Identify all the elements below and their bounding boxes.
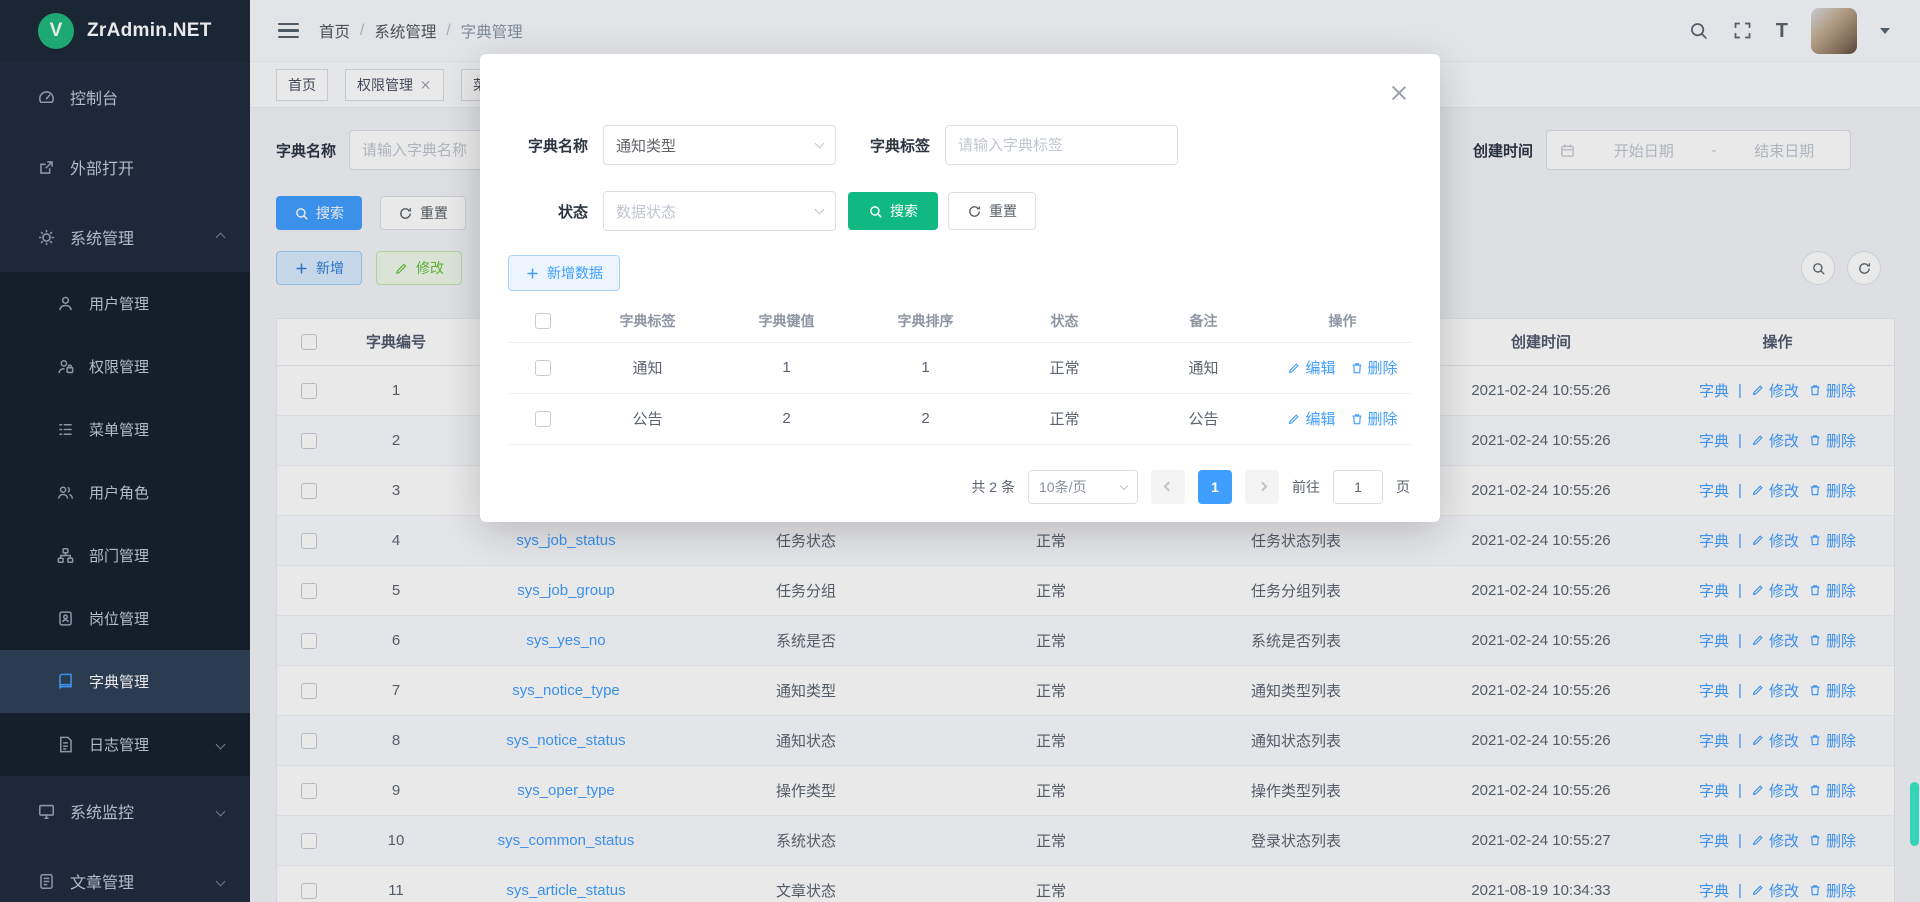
edit-icon (1287, 361, 1301, 375)
header-operations: 操作 (1273, 300, 1412, 342)
cell-status: 正常 (995, 342, 1134, 393)
edit-icon (1287, 412, 1301, 426)
row-delete-link[interactable]: 删除 (1350, 408, 1398, 429)
dialog-reset-label: 重置 (989, 201, 1017, 221)
dict-label-label: 字典标签 (850, 135, 930, 156)
next-page-button[interactable] (1245, 470, 1279, 504)
scrollbar-thumb[interactable] (1910, 782, 1919, 846)
row-edit-link[interactable]: 编辑 (1287, 357, 1335, 378)
dict-data-dialog: 字典名称 通知类型 字典标签 状态 数据状态 搜索 重置 (480, 54, 1440, 522)
cell-remark: 通知 (1134, 342, 1273, 393)
chevron-down-icon (815, 139, 825, 149)
pagination-total: 共 2 条 (971, 477, 1015, 497)
row-checkbox[interactable] (535, 360, 551, 376)
dialog-form-row-1: 字典名称 通知类型 字典标签 (508, 125, 1412, 165)
dict-name-select-value: 通知类型 (616, 135, 676, 156)
header-dict-label: 字典标签 (578, 300, 717, 342)
chevron-down-icon (1120, 481, 1128, 489)
cell-dict-sort: 1 (856, 342, 995, 393)
dialog-reset-button[interactable]: 重置 (948, 192, 1036, 230)
cell-dict-label: 公告 (578, 393, 717, 444)
cell-dict-value: 1 (717, 342, 856, 393)
refresh-icon (967, 204, 982, 219)
cell-dict-sort: 2 (856, 393, 995, 444)
delete-icon (1350, 412, 1364, 426)
dict-data-row: 公告 2 2 正常 公告 编辑 删除 (508, 393, 1412, 444)
goto-label: 前往 (1292, 477, 1320, 497)
header-dict-value: 字典键值 (717, 300, 856, 342)
dialog-search-label: 搜索 (890, 201, 918, 221)
goto-page-input[interactable] (1333, 470, 1383, 504)
status-select[interactable]: 数据状态 (603, 191, 836, 231)
select-all-checkbox[interactable] (535, 313, 551, 329)
row-delete-link[interactable]: 删除 (1350, 357, 1398, 378)
cell-dict-label: 通知 (578, 342, 717, 393)
dialog-form-row-2: 状态 数据状态 搜索 重置 (508, 191, 1412, 231)
dict-name-select[interactable]: 通知类型 (603, 125, 836, 165)
search-icon (868, 204, 883, 219)
plus-icon (525, 266, 540, 281)
dialog-search-button[interactable]: 搜索 (848, 192, 938, 230)
row-edit-link[interactable]: 编辑 (1287, 408, 1335, 429)
add-data-button[interactable]: 新增数据 (508, 255, 620, 291)
page-size-value: 10条/页 (1039, 477, 1086, 497)
add-data-label: 新增数据 (547, 263, 603, 283)
row-operations: 编辑 删除 (1273, 408, 1412, 429)
prev-page-button[interactable] (1151, 470, 1185, 504)
row-operations: 编辑 删除 (1273, 357, 1412, 378)
header-status: 状态 (995, 300, 1134, 342)
chevron-down-icon (815, 205, 825, 215)
cell-status: 正常 (995, 393, 1134, 444)
page-scrollbar[interactable] (1910, 0, 1919, 902)
chevron-left-icon (1163, 482, 1173, 492)
status-label: 状态 (508, 201, 588, 222)
close-icon[interactable] (1390, 84, 1408, 102)
cell-dict-value: 2 (717, 393, 856, 444)
dict-label-input[interactable] (945, 125, 1178, 165)
page-unit-label: 页 (1396, 477, 1410, 497)
header-dict-sort: 字典排序 (856, 300, 995, 342)
dict-data-table: 字典标签 字典键值 字典排序 状态 备注 操作 通知 1 1 正常 通知 (508, 300, 1412, 445)
status-select-placeholder: 数据状态 (616, 201, 676, 222)
current-page-button[interactable]: 1 (1198, 470, 1232, 504)
dict-data-row: 通知 1 1 正常 通知 编辑 删除 (508, 342, 1412, 393)
chevron-right-icon (1257, 482, 1267, 492)
dict-name-label: 字典名称 (508, 135, 588, 156)
dialog-table-header-row: 字典标签 字典键值 字典排序 状态 备注 操作 (508, 300, 1412, 342)
header-remark: 备注 (1134, 300, 1273, 342)
row-checkbox[interactable] (535, 411, 551, 427)
cell-remark: 公告 (1134, 393, 1273, 444)
page-size-select[interactable]: 10条/页 (1028, 470, 1138, 504)
pagination: 共 2 条 10条/页 1 前往 页 (508, 470, 1412, 504)
delete-icon (1350, 361, 1364, 375)
